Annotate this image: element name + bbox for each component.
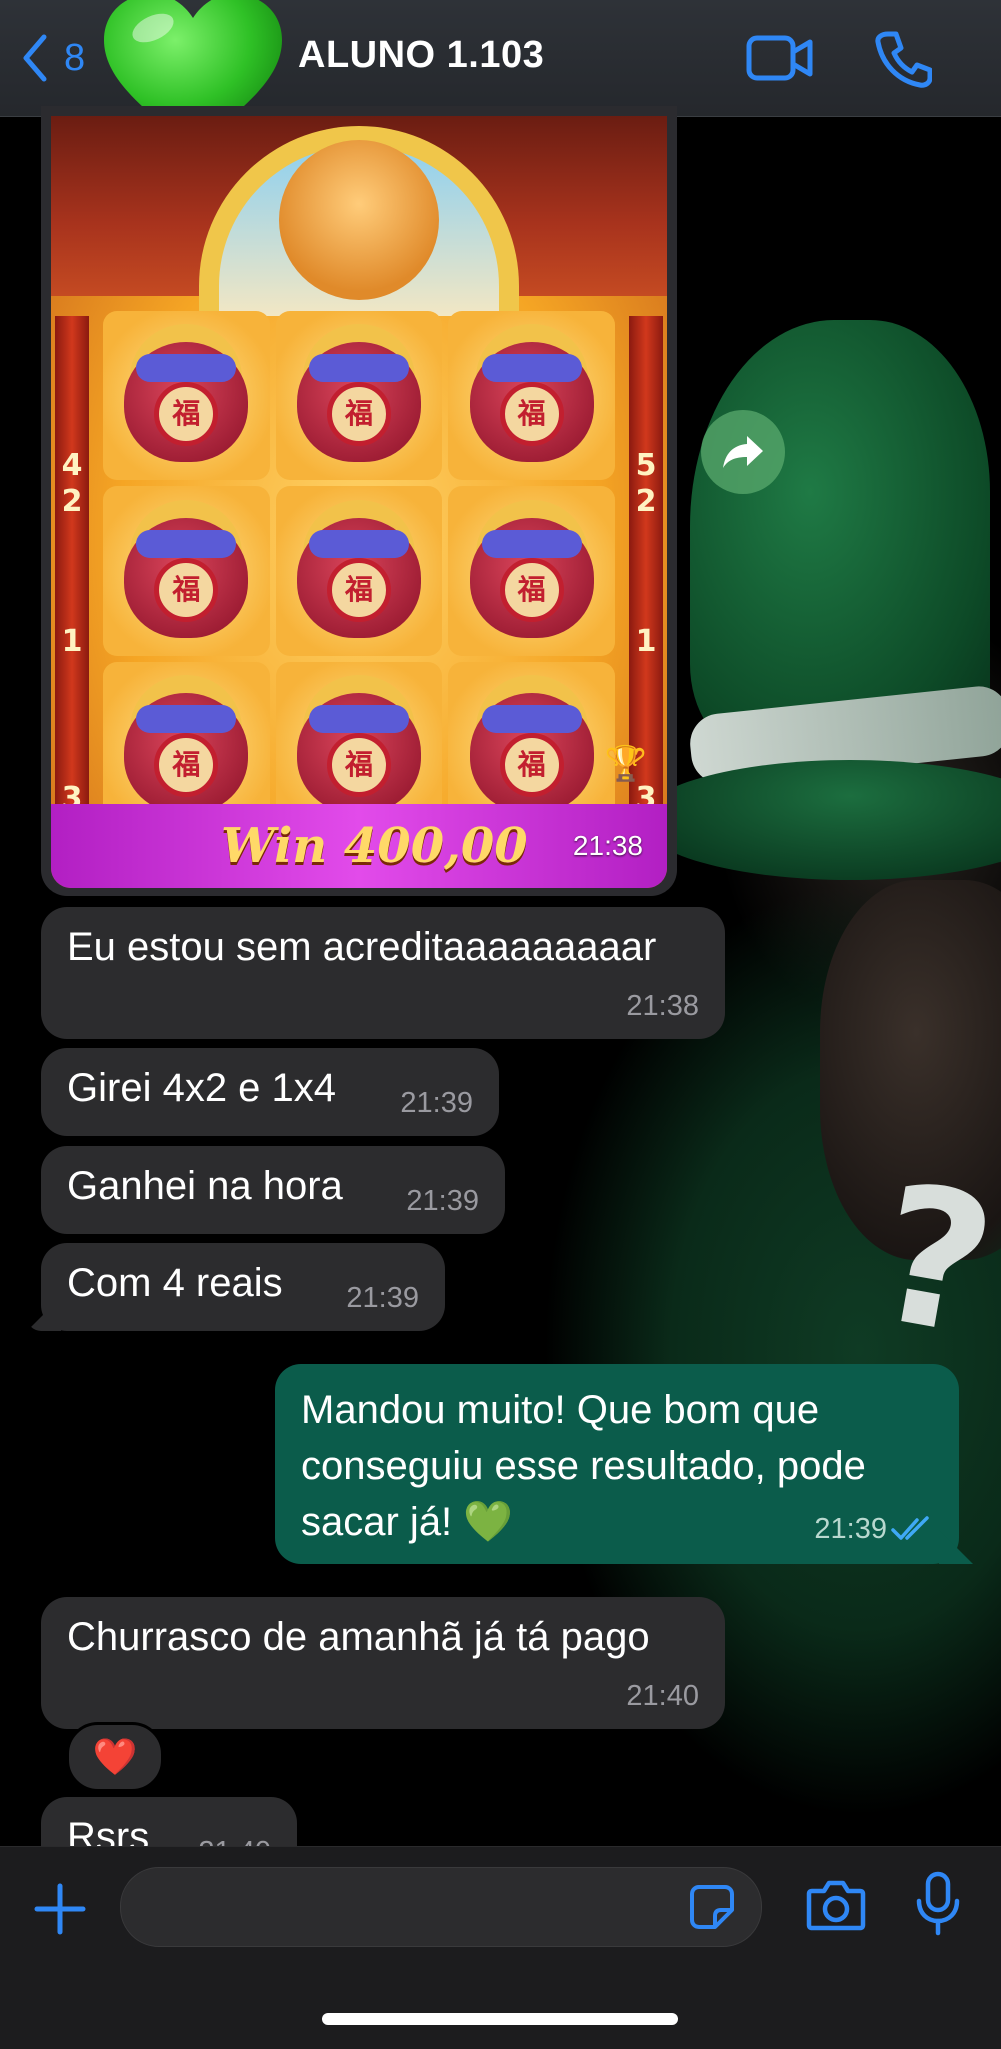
message-time: 21:39	[814, 1513, 887, 1545]
message-time: 21:40	[626, 1680, 699, 1712]
message-time: 21:39	[406, 1185, 479, 1217]
unread-count: 8	[64, 36, 86, 79]
incoming-message[interactable]: Churrasco de amanhã já tá pago 21:40	[41, 1597, 725, 1729]
left-number: 4	[61, 448, 83, 483]
trophy-icon: 🏆	[604, 745, 647, 783]
message-text: Ganhei na hora	[67, 1164, 343, 1208]
phone-call-icon[interactable]	[874, 30, 932, 88]
home-indicator	[322, 2013, 678, 2025]
video-call-icon[interactable]	[746, 30, 814, 86]
message-text: Girei 4x2 e 1x4	[67, 1066, 337, 1110]
back-button[interactable]: 8	[20, 28, 85, 88]
incoming-message[interactable]: Ganhei na hora 21:39	[41, 1146, 505, 1234]
camera-icon[interactable]	[806, 1877, 866, 1933]
forward-button[interactable]	[701, 410, 785, 494]
sticker-icon[interactable]	[689, 1884, 735, 1930]
microphone-icon[interactable]	[914, 1871, 962, 1937]
message-time: 21:39	[346, 1282, 419, 1314]
chat-header: 8 ALUNO 1.103	[0, 0, 1001, 148]
message-input[interactable]	[145, 1882, 669, 1934]
right-number: 2	[635, 484, 657, 519]
right-number: 1	[635, 624, 657, 659]
double-check-read-icon	[891, 1516, 929, 1540]
incoming-message[interactable]: Eu estou sem acreditaaaaaaaaar 21:38	[41, 907, 725, 1039]
game-screenshot[interactable]: 4 2 1 3 5 5 2 1 3 4 福 福 福 福 福 福 福 福 福 🏆 …	[51, 116, 667, 888]
slot-cell: 福	[275, 486, 443, 656]
message-time: 21:38	[626, 990, 699, 1022]
image-message[interactable]: 4 2 1 3 5 5 2 1 3 4 福 福 福 福 福 福 福 福 福 🏆 …	[41, 106, 677, 896]
message-text: Eu estou sem acreditaaaaaaaaar	[67, 925, 657, 969]
message-text: Com 4 reais	[67, 1261, 283, 1305]
right-number: 5	[635, 448, 657, 483]
heart-reaction[interactable]: ❤️	[66, 1722, 164, 1792]
chevron-left-icon	[23, 34, 47, 82]
win-amount: Win 400,00	[221, 818, 528, 874]
left-number: 1	[61, 624, 83, 659]
message-input-bar	[0, 1846, 1001, 2049]
slot-cell: 福	[448, 311, 615, 481]
message-time: 21:38	[572, 830, 643, 861]
forward-arrow-icon	[723, 436, 763, 468]
message-input-field[interactable]	[120, 1867, 762, 1947]
plus-icon[interactable]	[34, 1883, 86, 1935]
contact-name[interactable]: ALUNO 1.103	[298, 34, 544, 77]
incoming-message[interactable]: Girei 4x2 e 1x4 21:39	[41, 1048, 499, 1136]
message-text: Churrasco de amanhã já tá pago	[67, 1615, 650, 1659]
slot-cell: 福	[103, 486, 270, 656]
slot-cell: 福	[275, 311, 443, 481]
outgoing-message[interactable]: Mandou muito! Que bom que conseguiu esse…	[275, 1364, 973, 1564]
slot-cell: 福	[103, 311, 270, 481]
slot-grid: 福 福 福 福 福 福 福 福 福	[103, 311, 615, 831]
incoming-message[interactable]: Com 4 reais 21:39	[27, 1243, 445, 1331]
tiger-character	[279, 140, 439, 300]
left-number: 2	[61, 484, 83, 519]
message-time: 21:39	[400, 1087, 473, 1119]
slot-cell: 福	[448, 486, 615, 656]
message-text: Mandou muito! Que bom que conseguiu esse…	[301, 1388, 866, 1544]
